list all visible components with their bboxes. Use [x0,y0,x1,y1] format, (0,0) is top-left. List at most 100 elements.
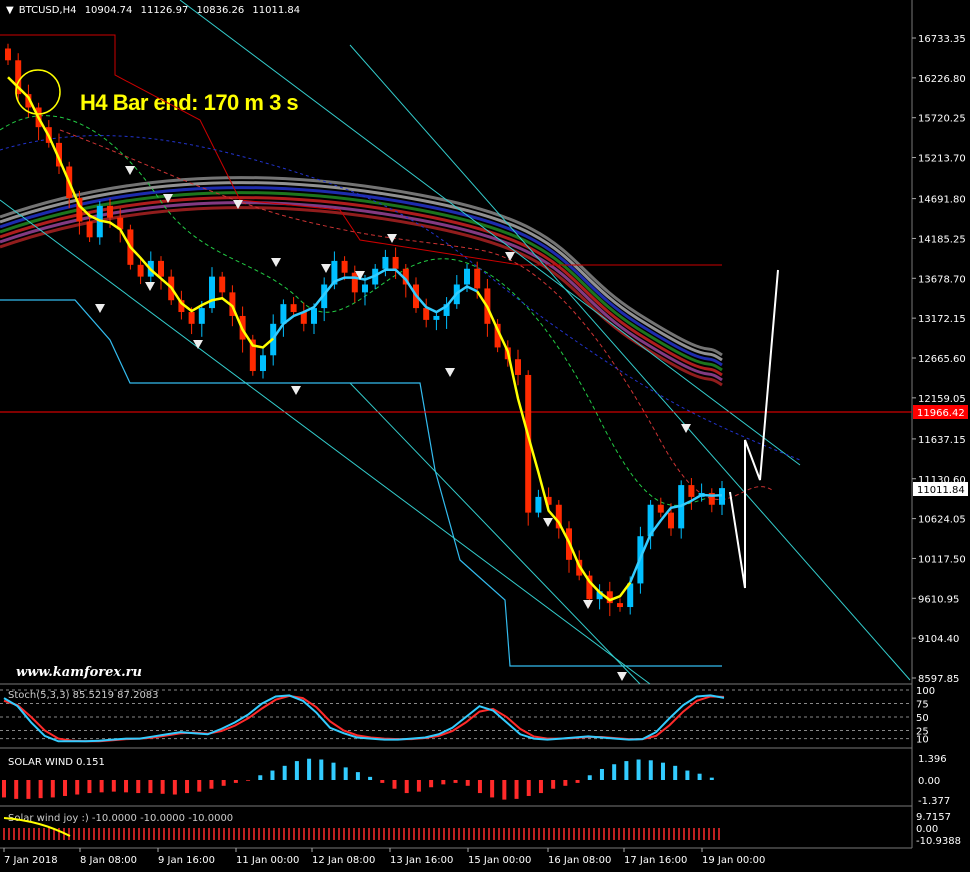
candle-body [617,603,623,608]
candle-body [515,359,521,375]
joy-tick-label: 0.00 [916,824,938,835]
price-chart-svg: 16733.35 16226.80 15720.25 15213.70 14691.80… [0,0,968,866]
candle-body [474,268,481,289]
trend-smooth-line [476,290,632,602]
y-tick-label: 9610.95 [918,594,959,605]
stoch-signal-line [3,694,725,743]
y-tick-label: 12159.05 [918,394,966,405]
blue-step-line [0,299,722,667]
y-tick-label: 9104.40 [918,634,959,645]
fractal-arrow [321,264,331,273]
y-tick-label: 13678.70 [918,274,966,285]
x-tick-label: 12 Jan 08:00 [312,855,375,866]
solar-tick-label: 1.396 [918,754,947,765]
candle-body [464,268,470,285]
candle-body [341,260,348,273]
y-tick-label: 12665.60 [918,354,966,365]
x-tick-label: 15 Jan 00:00 [468,855,531,866]
fractal-arrow [583,600,593,609]
fractal-arrow [95,304,105,313]
trend-smooth-line [629,493,723,583]
candle-body [362,284,368,293]
x-tick-label: 8 Jan 08:00 [80,855,137,866]
y-tick-label: 16733.35 [918,34,966,45]
chart-window: { "header": { "symbol": "BTCUSD,H4", "op… [0,0,970,872]
price-axis: 16733.35 16226.80 15720.25 15213.70 14691.80… [912,34,966,685]
candle-body [188,312,195,324]
candle-body [423,308,430,320]
candle-body [86,221,93,238]
y-tick-label: 14185.25 [918,234,966,245]
candle-body [260,355,266,372]
x-tick-label: 17 Jan 16:00 [624,855,687,866]
x-tick-label: 11 Jan 00:00 [236,855,299,866]
candle-body [158,260,164,277]
solar-tick-label: -1.377 [918,796,950,807]
channel-lower2-line [349,382,641,685]
dashed-ma-blue [0,135,801,461]
y-tick-label: 11637.15 [918,435,966,446]
fractal-arrow [271,258,281,267]
projection-line [729,269,779,589]
fractal-arrow [505,252,515,261]
indicator-overlays [0,0,912,685]
candle-body [668,512,674,529]
candle-body [657,504,664,513]
fractal-arrow [125,166,135,175]
joy-tick-label: 9.7157 [916,812,951,823]
channel-upper-line [179,0,801,466]
y-tick-label: 8597.85 [918,674,959,685]
ma-ribbon-line [0,196,723,377]
joy-tick-label: -10.9388 [916,836,961,847]
x-tick-label: 16 Jan 08:00 [548,855,611,866]
fractal-arrow [445,368,455,377]
candle-body [535,496,542,513]
candle-body [107,205,113,218]
fractal-arrow [291,386,301,395]
fractal-arrow [681,424,691,433]
red-band-line [0,34,722,266]
y-tick-label: 14691.80 [918,195,966,206]
y-tick-label: 16226.80 [918,74,966,85]
y-tick-label: 13172.15 [918,314,966,325]
candle-body [433,315,440,320]
fractal-arrow [145,282,155,291]
y-tick-label: 10624.05 [918,515,966,526]
stoch-main-line [3,694,725,743]
pane-frames [0,0,913,849]
stoch-tick-label: 10 [916,735,929,746]
candle-body [351,272,358,293]
ma-ribbon-line [0,201,723,382]
stoch-tick-label: 100 [916,686,935,697]
x-tick-label: 7 Jan 2018 [4,855,58,866]
stoch-tick-label: 50 [916,713,929,724]
y-tick-label: 10117.50 [918,554,966,565]
stochastic-pane: 10075502510 [0,686,935,746]
stoch-tick-label: 75 [916,700,929,711]
solar-joy-pane: 9.71570.00-10.9388 [3,812,961,847]
trend-overlays [7,69,723,681]
candle-body [290,304,297,313]
fractal-arrow [543,518,553,527]
solar-wind-pane: 1.396 0.00 -1.377 [2,754,950,807]
candle-body [219,276,226,293]
solar-tick-label: 0.00 [918,776,940,787]
candle-body [382,256,389,269]
y-tick-label: 15720.25 [918,114,966,125]
current-price-tag-text: 11011.84 [917,485,965,496]
candle-body [5,48,11,61]
x-tick-label: 13 Jan 16:00 [390,855,453,866]
candle-body [198,308,205,324]
candle-body [209,276,215,309]
candle-body [688,485,695,497]
x-tick-label: 19 Jan 00:00 [702,855,765,866]
red-line-tag-text: 11966.42 [917,408,965,419]
candle-body [311,308,317,324]
x-tick-label: 9 Jan 16:00 [158,855,215,866]
y-tick-label: 15213.70 [918,154,966,165]
time-axis: 7 Jan 2018 8 Jan 08:00 9 Jan 16:00 11 Jan 0… [3,848,765,866]
candle-body [137,264,144,277]
candle-body [392,256,399,269]
fractal-arrow [617,672,627,681]
price-tags: 11966.42 11011.84 [913,405,968,496]
